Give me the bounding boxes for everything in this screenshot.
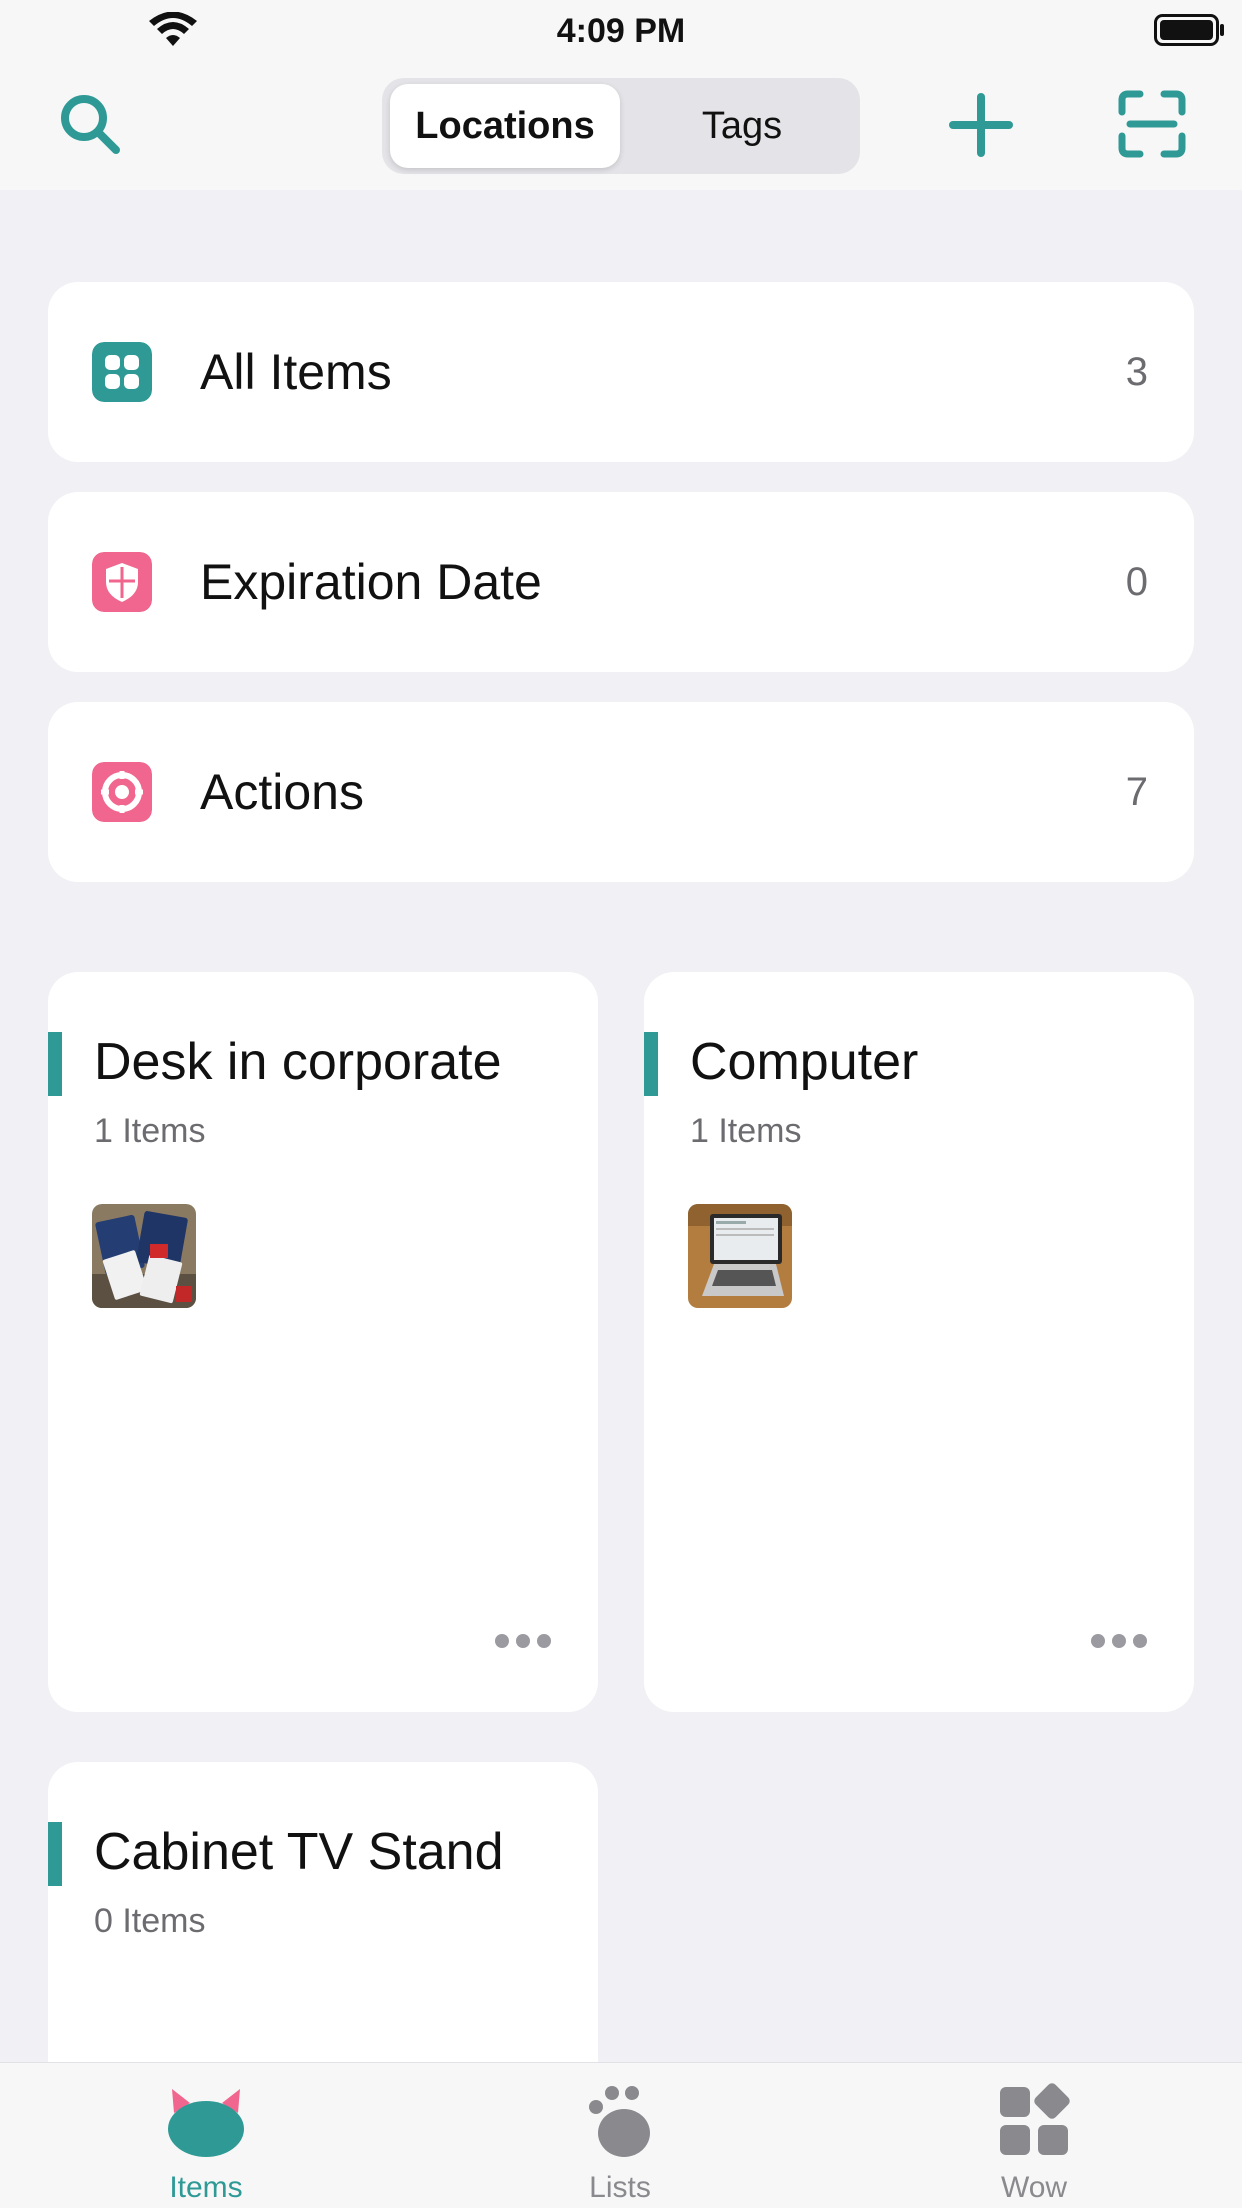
- item-thumbnail[interactable]: [92, 1204, 196, 1308]
- location-name: Computer: [690, 1033, 919, 1091]
- cat-icon: [168, 2089, 244, 2157]
- tab-items[interactable]: Items: [96, 2063, 316, 2208]
- card-accent-bar: [644, 1032, 658, 1096]
- location-name: Desk in corporate: [94, 1033, 502, 1091]
- row-count: 0: [1125, 559, 1148, 604]
- battery-icon: [1154, 14, 1224, 46]
- item-thumbnail[interactable]: [688, 1204, 792, 1308]
- tab-wow[interactable]: Wow: [924, 2063, 1144, 2208]
- actions-row[interactable]: Actions 7: [48, 702, 1194, 882]
- row-label: All Items: [200, 344, 392, 400]
- all-items-row[interactable]: All Items 3: [48, 282, 1194, 462]
- tab-label: Lists: [589, 2171, 651, 2204]
- more-icon[interactable]: [1090, 1632, 1148, 1650]
- app-screen: 4:09 PM Locations Tags All Items 3 Expir…: [0, 0, 1242, 2208]
- location-item-count: 1 Items: [690, 1112, 802, 1150]
- location-item-count: 1 Items: [94, 1112, 206, 1150]
- widgets-icon: [1000, 2083, 1070, 2155]
- grid-icon: [92, 342, 152, 402]
- search-icon[interactable]: [56, 90, 124, 158]
- segment-tags[interactable]: Tags: [632, 84, 852, 168]
- location-card-computer[interactable]: Computer 1 Items: [644, 972, 1194, 1712]
- tab-label: Wow: [1000, 2171, 1068, 2204]
- location-item-count: 0 Items: [94, 1902, 206, 1940]
- status-bar: 4:09 PM: [0, 0, 1242, 62]
- target-icon: [92, 762, 152, 822]
- row-label: Actions: [200, 764, 364, 820]
- expiration-date-row[interactable]: Expiration Date 0: [48, 492, 1194, 672]
- add-icon[interactable]: [948, 92, 1014, 158]
- tab-bar: Items Lists Wow: [0, 2062, 1242, 2208]
- row-count: 7: [1125, 769, 1148, 814]
- more-icon[interactable]: [494, 1632, 552, 1650]
- location-card-desk[interactable]: Desk in corporate 1 Items: [48, 972, 598, 1712]
- location-name: Cabinet TV Stand: [94, 1823, 504, 1881]
- tab-label: Items: [169, 2171, 243, 2204]
- paw-icon: [589, 2086, 650, 2157]
- scan-icon[interactable]: [1118, 90, 1186, 158]
- tab-lists[interactable]: Lists: [510, 2063, 730, 2208]
- row-label: Expiration Date: [200, 554, 542, 610]
- status-time: 4:09 PM: [556, 12, 686, 50]
- card-accent-bar: [48, 1822, 62, 1886]
- segment-locations[interactable]: Locations: [390, 84, 620, 168]
- nav-bar: Locations Tags: [0, 62, 1242, 190]
- shield-icon: [92, 552, 152, 612]
- card-accent-bar: [48, 1032, 62, 1096]
- row-count: 3: [1125, 349, 1148, 394]
- location-tag-segmented-control: Locations Tags: [382, 78, 860, 174]
